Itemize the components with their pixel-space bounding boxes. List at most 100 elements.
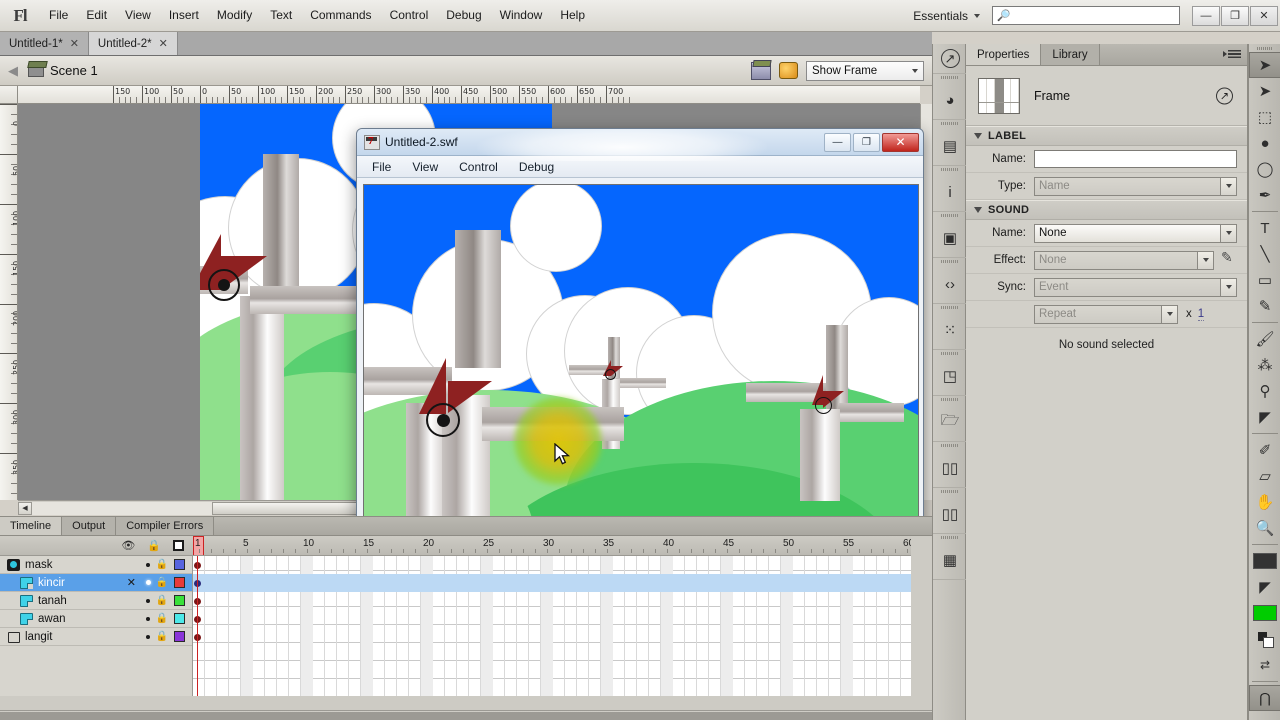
swf-minimize-button[interactable]: — — [824, 132, 851, 152]
menu-item-help[interactable]: Help — [551, 4, 594, 27]
library-icon-2[interactable]: ▯▯ — [933, 495, 967, 534]
movie-explorer-icon[interactable]: ▦ — [933, 541, 967, 580]
menu-item-window[interactable]: Window — [491, 4, 552, 27]
smooth-option[interactable]: ⌐ — [1249, 711, 1280, 720]
label-type-select[interactable]: Name — [1034, 176, 1237, 196]
label-name-input[interactable] — [1034, 150, 1237, 168]
document-tab-untitled-2[interactable]: Untitled-2* ✕ — [88, 32, 178, 55]
hand-tool[interactable]: ✋ — [1249, 489, 1280, 515]
brush-tool[interactable]: 🖌 — [1249, 326, 1280, 352]
sound-effect-select[interactable]: None — [1034, 250, 1214, 270]
3d-rotation-tool[interactable]: ● — [1249, 130, 1280, 156]
line-tool[interactable]: ╲ — [1249, 241, 1280, 267]
tab-compiler-errors[interactable]: Compiler Errors — [116, 517, 215, 535]
frame-grid[interactable] — [193, 556, 911, 696]
subselection-tool[interactable]: ➤ — [1249, 78, 1280, 104]
bone-tool[interactable]: ⚲ — [1249, 378, 1280, 404]
tab-output[interactable]: Output — [62, 517, 117, 535]
scene-name-label[interactable]: Scene 1 — [50, 63, 98, 78]
paint-bucket-tool[interactable]: ◤ — [1249, 404, 1280, 430]
panel-menu-icon[interactable] — [1223, 50, 1241, 59]
layer-lock-toggle[interactable]: 🔒 — [154, 595, 170, 606]
menu-item-debug[interactable]: Debug — [437, 4, 490, 27]
menu-item-control[interactable]: Control — [381, 4, 438, 27]
tab-library[interactable]: Library — [1041, 44, 1100, 65]
transform-icon[interactable]: ▣ — [933, 219, 967, 258]
layer-row-kincir[interactable]: kincir ✕ 🔒 — [0, 574, 192, 592]
swf-menu-item-control[interactable]: Control — [450, 158, 507, 176]
layer-row-awan[interactable]: awan 🔒 — [0, 610, 192, 628]
layer-hidden-x-icon[interactable]: ✕ — [127, 576, 136, 589]
layer-lock-toggle[interactable]: 🔒 — [154, 577, 170, 588]
black-and-white-icon[interactable] — [1249, 626, 1280, 652]
menu-item-modify[interactable]: Modify — [208, 4, 261, 27]
menu-item-view[interactable]: View — [116, 4, 160, 27]
pencil-icon[interactable] — [1221, 249, 1237, 268]
swf-menu-item-file[interactable]: File — [363, 158, 400, 176]
layer-lock-toggle[interactable]: 🔒 — [154, 559, 170, 570]
eye-icon[interactable]: 👁 — [121, 539, 135, 552]
layer-visibility-toggle[interactable] — [142, 616, 154, 621]
zoom-level-select[interactable]: Show Frame — [806, 60, 924, 81]
spray-brush-tool[interactable]: ⁂ — [1249, 352, 1280, 378]
minimize-button[interactable]: — — [1192, 5, 1220, 26]
components-icon[interactable]: ◳ — [933, 357, 967, 396]
stroke-color-swatch[interactable] — [1249, 548, 1280, 574]
section-label-header[interactable]: LABEL — [966, 126, 1247, 146]
menu-item-edit[interactable]: Edit — [77, 4, 116, 27]
free-transform-tool[interactable]: ⬚ — [1249, 104, 1280, 130]
expand-collapse-icon[interactable]: ↗ — [933, 44, 967, 74]
text-tool[interactable]: T — [1249, 215, 1280, 241]
layer-visibility-toggle[interactable] — [142, 580, 154, 585]
menu-item-commands[interactable]: Commands — [301, 4, 380, 27]
swap-colors-icon[interactable]: ⇄ — [1249, 652, 1280, 678]
selection-tool[interactable]: ➤ — [1249, 52, 1280, 78]
project-icon[interactable]: 🗁 — [933, 403, 967, 442]
close-icon[interactable]: ✕ — [70, 37, 79, 50]
maximize-button[interactable]: ❐ — [1221, 5, 1249, 26]
sound-repeat-select[interactable]: Repeat — [1034, 304, 1178, 324]
menu-item-text[interactable]: Text — [261, 4, 301, 27]
lock-icon[interactable]: 🔒 — [147, 539, 161, 552]
pencil-tool[interactable]: ✎ — [1249, 293, 1280, 319]
edit-symbols-icon[interactable] — [779, 62, 798, 79]
fill-color-swatch[interactable] — [1249, 600, 1280, 626]
layer-visibility-toggle[interactable] — [142, 634, 154, 639]
library-icon-1[interactable]: ▯▯ — [933, 449, 967, 488]
frame-ruler[interactable]: 151015202530354045505560 — [193, 536, 911, 556]
pen-tool[interactable]: ✒ — [1249, 182, 1280, 208]
close-icon[interactable]: ✕ — [159, 37, 168, 50]
workspace-switcher[interactable]: Essentials — [905, 6, 988, 26]
sound-sync-select[interactable]: Event — [1034, 277, 1237, 297]
tab-properties[interactable]: Properties — [966, 44, 1042, 65]
eyedropper-tool[interactable]: ✐ — [1249, 437, 1280, 463]
swf-close-button[interactable]: ✕ — [882, 132, 919, 152]
outline-square-icon[interactable] — [173, 540, 184, 551]
actions-icon[interactable]: ‹› — [933, 265, 967, 304]
eraser-tool[interactable]: ▱ — [1249, 463, 1280, 489]
repeat-count-value[interactable]: 1 — [1197, 308, 1205, 321]
zoom-tool[interactable]: 🔍 — [1249, 515, 1280, 541]
layer-visibility-toggle[interactable] — [142, 562, 154, 567]
layer-outline-color-swatch[interactable] — [174, 595, 185, 606]
align-icon[interactable]: ▤ — [933, 127, 967, 166]
back-arrow-icon[interactable]: ◀ — [8, 63, 18, 79]
tab-timeline[interactable]: Timeline — [0, 517, 63, 535]
expand-panel-icon[interactable]: ↗ — [1216, 87, 1233, 104]
fill-bucket-icon[interactable]: ◤ — [1249, 574, 1280, 600]
swf-menu-item-debug[interactable]: Debug — [510, 158, 563, 176]
scroll-left-arrow[interactable]: ◀ — [18, 501, 32, 515]
layer-outline-color-swatch[interactable] — [174, 559, 185, 570]
layer-row-tanah[interactable]: tanah 🔒 — [0, 592, 192, 610]
edit-scene-icon[interactable] — [751, 61, 771, 80]
layer-row-mask[interactable]: mask 🔒 — [0, 556, 192, 574]
layer-lock-toggle[interactable]: 🔒 — [154, 613, 170, 624]
behaviors-icon[interactable]: ⁙ — [933, 311, 967, 350]
sound-name-select[interactable]: None — [1034, 223, 1237, 243]
document-tab-untitled-1[interactable]: Untitled-1* ✕ — [0, 32, 89, 55]
search-input[interactable]: 🔍 — [992, 6, 1180, 25]
menu-item-insert[interactable]: Insert — [160, 4, 208, 27]
layer-outline-color-swatch[interactable] — [174, 613, 185, 624]
layer-row-langit[interactable]: langit 🔒 — [0, 628, 192, 646]
snap-to-objects-toggle[interactable]: ⋂ — [1249, 685, 1280, 711]
